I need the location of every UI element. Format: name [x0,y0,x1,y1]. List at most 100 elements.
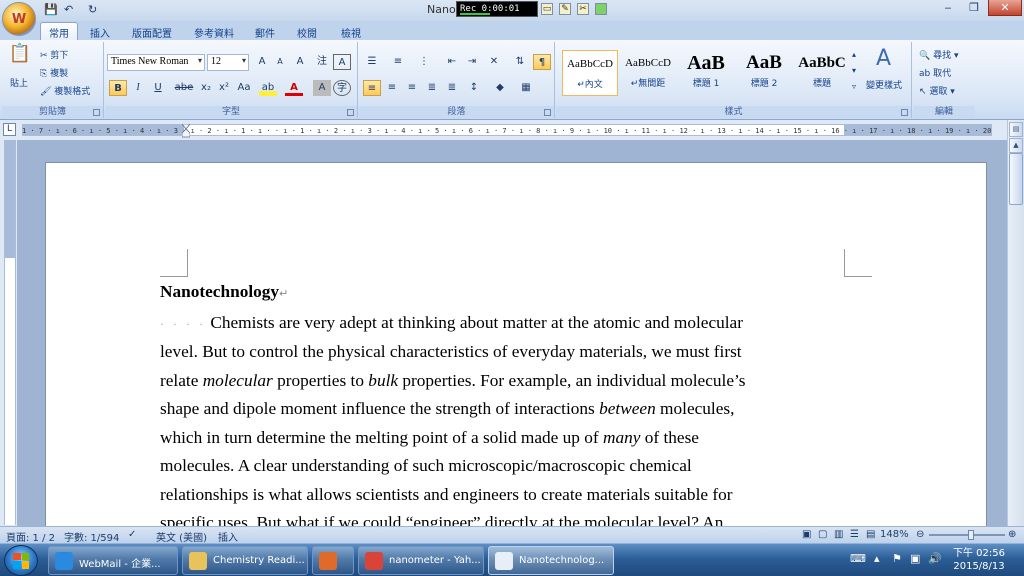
vertical-ruler[interactable] [4,140,16,525]
scissors-icon[interactable]: ✂ [577,3,589,15]
underline-button[interactable]: U [149,80,167,96]
style-heading-1[interactable]: AaB 標題 1 [678,50,734,96]
minimize-button[interactable]: ‒ [935,0,961,16]
style-no-spacing[interactable]: AaBbCcD ↵無間距 [620,50,676,96]
sort-icon[interactable]: ⇅ [511,54,529,70]
numbering-icon[interactable]: ≡ [389,54,407,70]
character-border-button[interactable]: A [333,54,351,70]
paste-button[interactable]: 貼上 [10,76,28,89]
align-center-icon[interactable]: ≡ [383,80,401,96]
paragraph-launcher[interactable] [544,109,551,116]
bold-button[interactable]: B [109,80,127,96]
office-button[interactable]: W [2,2,36,36]
styles-launcher[interactable] [901,109,908,116]
phonetic-guide-button[interactable]: 注 [313,54,331,70]
print-layout-icon[interactable]: ▣ [802,529,811,540]
taskbar-item[interactable]: nanometer - Yah... [358,546,484,575]
subscript-button[interactable]: x₂ [197,80,215,96]
start-button[interactable] [4,545,38,576]
volume-icon[interactable]: 🔊 [928,552,942,565]
cut-button[interactable]: ✂ 剪下 [40,48,68,61]
style-normal[interactable]: AaBbCcD ↵內文 [562,50,618,96]
show-marks-icon[interactable]: ¶ [533,54,551,70]
zoom-out-button[interactable]: ⊖ [916,529,924,540]
decrease-indent-icon[interactable]: ⇤ [443,54,461,70]
shrink-font-button[interactable]: A [271,54,289,70]
zoom-level[interactable]: 148% [880,529,909,540]
increase-indent-icon[interactable]: ⇥ [463,54,481,70]
zoom-slider[interactable] [929,530,1005,540]
format-painter-button[interactable]: 🖌 複製格式 [40,84,90,97]
document-text[interactable]: Nanotechnology↵ · · · · Chemists are ver… [160,278,820,526]
align-left-icon[interactable]: ≡ [363,80,381,96]
network-icon[interactable]: ▣ [910,552,920,565]
web-layout-icon[interactable]: ▥ [834,529,843,540]
restore-button[interactable]: ❐ [961,0,987,16]
font-name-combo[interactable]: Times New Roman ▾ [107,54,205,71]
action-center-icon[interactable]: ⚑ [892,552,902,565]
font-color-button[interactable]: A [285,80,303,96]
taskbar-item[interactable]: Nanotechnolog... [488,546,614,575]
styles-scroll-up-icon[interactable]: ▴ [852,50,856,59]
language-indicator[interactable]: 英文 (美國) [156,529,207,544]
draft-icon[interactable]: ▤ [866,529,875,540]
clipboard-launcher[interactable] [93,109,100,116]
grow-font-button[interactable]: A [253,54,271,70]
paste-icon[interactable]: 📋 [8,45,32,72]
full-screen-icon[interactable]: ▢ [818,529,827,540]
font-size-combo[interactable]: 12 ▾ [207,54,249,71]
save-icon[interactable]: 💾 [44,3,58,16]
highlight-button[interactable]: ab [259,80,277,96]
zoom-in-button[interactable]: ⊕ [1008,529,1016,540]
styles-scroll-down-icon[interactable]: ▾ [852,66,856,75]
font-launcher[interactable] [347,109,354,116]
tab-home[interactable]: 常用 [40,22,78,40]
change-styles-icon[interactable]: A [876,46,891,71]
borders-icon[interactable]: ▦ [517,80,535,96]
keyboard-icon[interactable]: ⌨ [850,552,866,565]
strikethrough-button[interactable]: abe [173,80,195,96]
proofing-icon[interactable]: ✓ [128,529,136,540]
indent-marker-icon[interactable] [182,124,190,138]
tray-expand-icon[interactable]: ▴ [874,552,880,565]
ruler-toggle-icon[interactable]: ▤ [1009,122,1023,137]
taskbar-item[interactable]: WebMail - 企業... [48,546,178,575]
outline-icon[interactable]: ☰ [850,529,859,540]
change-styles-button[interactable]: 變更樣式 [866,78,902,91]
bullets-icon[interactable]: ☰ [363,54,381,70]
redo-icon[interactable]: ↻ [88,3,97,16]
zoom-slider-thumb[interactable] [967,530,974,540]
tab-selector[interactable]: L [3,123,16,136]
find-button[interactable]: 🔍 尋找 ▾ [919,48,958,61]
vertical-scrollbar[interactable]: ▤ ▲ [1007,120,1024,526]
line-spacing-icon[interactable]: ↕ [465,80,483,96]
style-title[interactable]: AaBbC 標題 [794,50,850,96]
speech-bubble-icon[interactable]: ▭ [541,3,553,15]
asian-layout-icon[interactable]: ✕ [485,54,503,70]
taskbar-item[interactable] [312,546,354,575]
pencil-icon[interactable]: ✎ [559,3,571,15]
scrollbar-thumb[interactable] [1009,153,1023,205]
style-heading-2[interactable]: AaB 標題 2 [736,50,792,96]
shading-icon[interactable]: ◆ [491,80,509,96]
multilevel-list-icon[interactable]: ⋮ [415,54,433,70]
enclose-characters-button[interactable]: 字 [333,80,351,96]
justify-icon[interactable]: ≣ [423,80,441,96]
clear-formatting-button[interactable]: A [291,54,309,70]
horizontal-ruler[interactable]: 1 · 7 · ı · 6 · ı · 5 · ı · 4 · ı · 3 · … [22,124,992,136]
italic-button[interactable]: I [129,80,147,96]
replace-button[interactable]: ab 取代 [919,66,951,79]
taskbar-item[interactable]: Chemistry Readi... [182,546,308,575]
page-count[interactable]: 頁面: 1 / 2 [6,529,55,544]
select-button[interactable]: ↖ 選取 ▾ [919,84,955,97]
copy-button[interactable]: ⎘ 複製 [40,66,68,79]
scroll-up-button[interactable]: ▲ [1009,138,1023,153]
word-count[interactable]: 字數: 1/594 [64,529,119,544]
clock[interactable]: 下午 02:56 2015/8/13 [948,547,1010,573]
align-right-icon[interactable]: ≡ [403,80,421,96]
superscript-button[interactable]: x² [215,80,233,96]
styles-more-icon[interactable]: ▿ [852,82,856,91]
color-square-icon[interactable] [595,3,607,15]
undo-icon[interactable]: ↶ [64,3,73,16]
character-shading-button[interactable]: A [313,80,331,96]
